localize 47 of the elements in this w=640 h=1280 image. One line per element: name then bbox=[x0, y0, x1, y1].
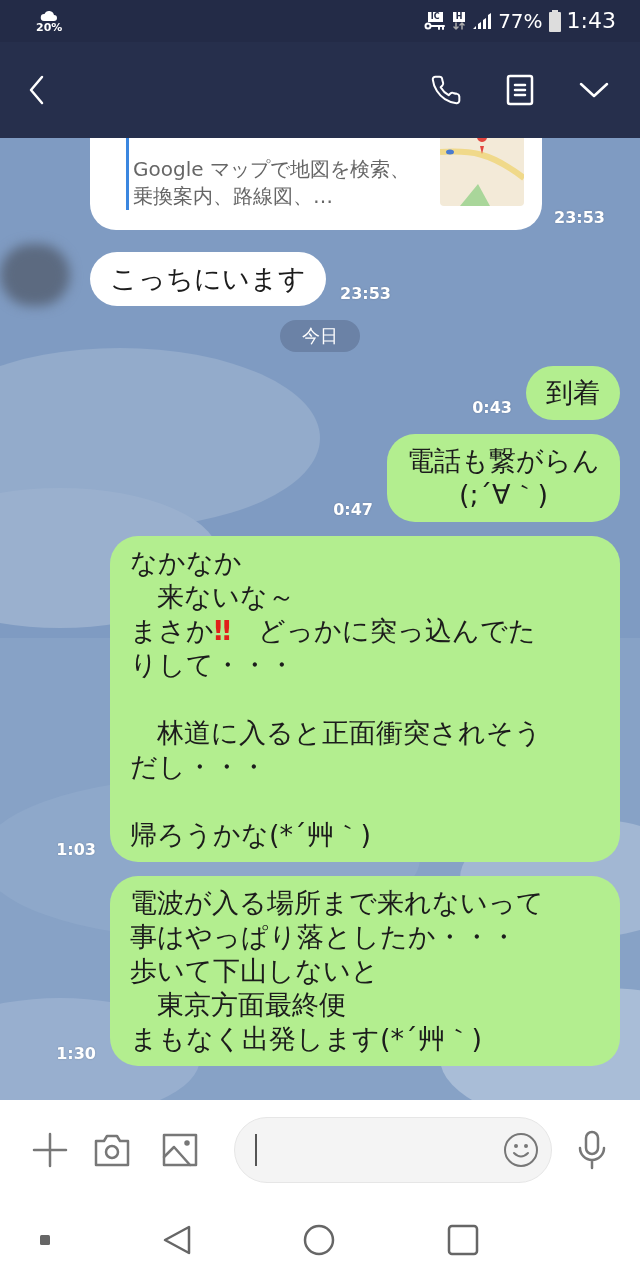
smiley-icon[interactable] bbox=[503, 1132, 539, 1168]
cloud-icon bbox=[40, 9, 59, 22]
image-icon bbox=[162, 1133, 198, 1167]
battery-percent: 77% bbox=[498, 11, 543, 31]
message-time: 1:30 bbox=[56, 1046, 96, 1062]
message-time: 23:53 bbox=[340, 286, 391, 302]
document-icon bbox=[506, 74, 534, 106]
back-icon bbox=[28, 75, 44, 105]
message-line: 到着 bbox=[546, 376, 600, 410]
camera-icon bbox=[94, 1133, 130, 1167]
message-line: 事はやっぱり落としたか・・・ bbox=[130, 920, 517, 954]
nav-back-icon[interactable] bbox=[161, 1224, 192, 1256]
nav-recents-icon[interactable] bbox=[446, 1224, 479, 1256]
message-time: 23:53 bbox=[554, 210, 605, 226]
chevron-down-icon bbox=[579, 81, 609, 99]
message-line: 電話も繋がらん bbox=[407, 444, 600, 478]
message-line: (;´∀｀) bbox=[458, 478, 549, 512]
message-time: 1:03 bbox=[56, 842, 96, 858]
message-line: だし・・・ bbox=[130, 750, 267, 784]
message-line: こっちにいます bbox=[110, 262, 306, 296]
weather-text: 20% bbox=[36, 21, 63, 33]
data-arrows-icon bbox=[452, 22, 467, 30]
message-time: 0:47 bbox=[333, 502, 373, 518]
message-line: 来ないな～ bbox=[156, 580, 295, 614]
network-badge: H bbox=[452, 12, 466, 22]
phone-icon bbox=[430, 74, 462, 106]
message-line: まもなく出発します(*´艸｀) bbox=[130, 1022, 483, 1056]
key-icon bbox=[424, 22, 447, 30]
add-button[interactable] bbox=[30, 1130, 70, 1170]
message-line: 電波が入る場所まで来れないって bbox=[130, 886, 544, 920]
message-line: なかなか bbox=[130, 546, 242, 580]
message-line: 東京方面最終便 bbox=[156, 988, 346, 1022]
battery-icon bbox=[548, 10, 561, 32]
link-preview-card[interactable]: Google マップで地図を検索、乗換案内、路線図、… bbox=[90, 138, 542, 230]
nav-home-icon[interactable] bbox=[303, 1224, 335, 1256]
microphone-icon bbox=[576, 1130, 608, 1170]
link-description: Google マップで地図を検索、乗換案内、路線図、… bbox=[133, 156, 411, 210]
message-line: 林道に入ると正面衝突されそう bbox=[156, 716, 542, 750]
plus-icon bbox=[32, 1132, 68, 1168]
message-line: まさか‼ どっかに突っ込んでた bbox=[130, 614, 536, 648]
message-line: 帰ろうかな(*´艸｀) bbox=[130, 818, 372, 852]
message-time: 0:43 bbox=[472, 400, 512, 416]
message-line: りして・・・ bbox=[130, 648, 295, 682]
signal-icon bbox=[472, 12, 493, 30]
clock: 1:43 bbox=[566, 10, 616, 32]
message-line: 歩いて下山しないと bbox=[130, 954, 379, 988]
ic-badge: IC bbox=[427, 12, 443, 22]
